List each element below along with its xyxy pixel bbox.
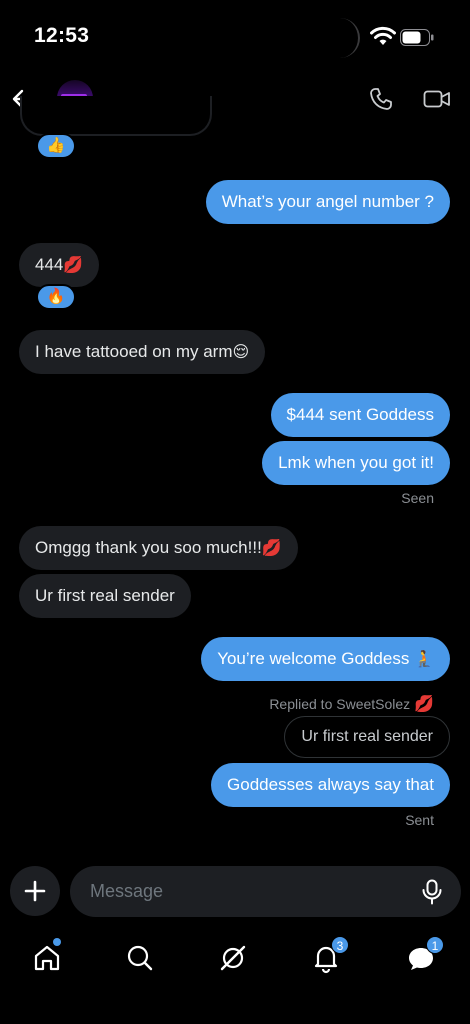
message-bubble-incoming[interactable]: Omggg thank you soo much!!!💋 [19,526,298,570]
dm-screen: 12:53 👍 What’s your angel number ? 444💋 … [0,0,470,1024]
message-bubble-outgoing[interactable]: $444 sent Goddess [270,393,450,437]
message-placeholder: Message [90,881,164,901]
nav-explore[interactable] [120,938,160,978]
message-bubble-outgoing[interactable]: Lmk when you got it! [262,441,450,485]
message-bubble-incoming[interactable]: I have tattooed on my arm😌 [19,330,266,374]
notifications-badge: 3 [331,936,349,954]
messages-badge: 1 [426,936,444,954]
grok-icon [220,945,246,971]
quoted-message[interactable]: Ur first real sender [284,716,450,758]
home-icon [34,945,60,971]
message-input[interactable]: Message [70,866,461,917]
message-bubble-outgoing[interactable]: Goddesses always say that [211,763,450,807]
nav-notifications[interactable]: 3 [306,936,349,978]
bottom-navigation: 3 1 [0,926,470,1024]
nav-grok[interactable] [213,938,253,978]
reply-context-label: Replied to SweetSolez 💋 [269,696,434,713]
message-list[interactable]: 👍 What’s your angel number ? 444💋 🔥 I ha… [0,0,470,860]
message-bubble-incoming[interactable]: 444💋 [19,243,100,287]
nav-home[interactable] [27,938,67,978]
microphone-icon[interactable] [421,879,443,905]
seen-status: Seen [401,490,434,506]
sent-status: Sent [405,812,434,828]
add-attachment-button[interactable] [10,866,60,916]
message-bubble-incoming[interactable]: Ur first real sender [19,574,191,618]
plus-icon [24,880,46,902]
reaction-badge[interactable]: 👍 [36,133,76,159]
nav-messages[interactable]: 1 [401,936,444,978]
search-icon [127,945,153,971]
reaction-badge[interactable]: 🔥 [36,284,76,310]
home-new-dot [53,938,61,946]
previous-message-bubble[interactable] [20,96,212,136]
message-bubble-outgoing[interactable]: You’re welcome Goddess 🧎 [201,637,450,681]
message-bubble-outgoing[interactable]: What’s your angel number ? [205,180,450,224]
